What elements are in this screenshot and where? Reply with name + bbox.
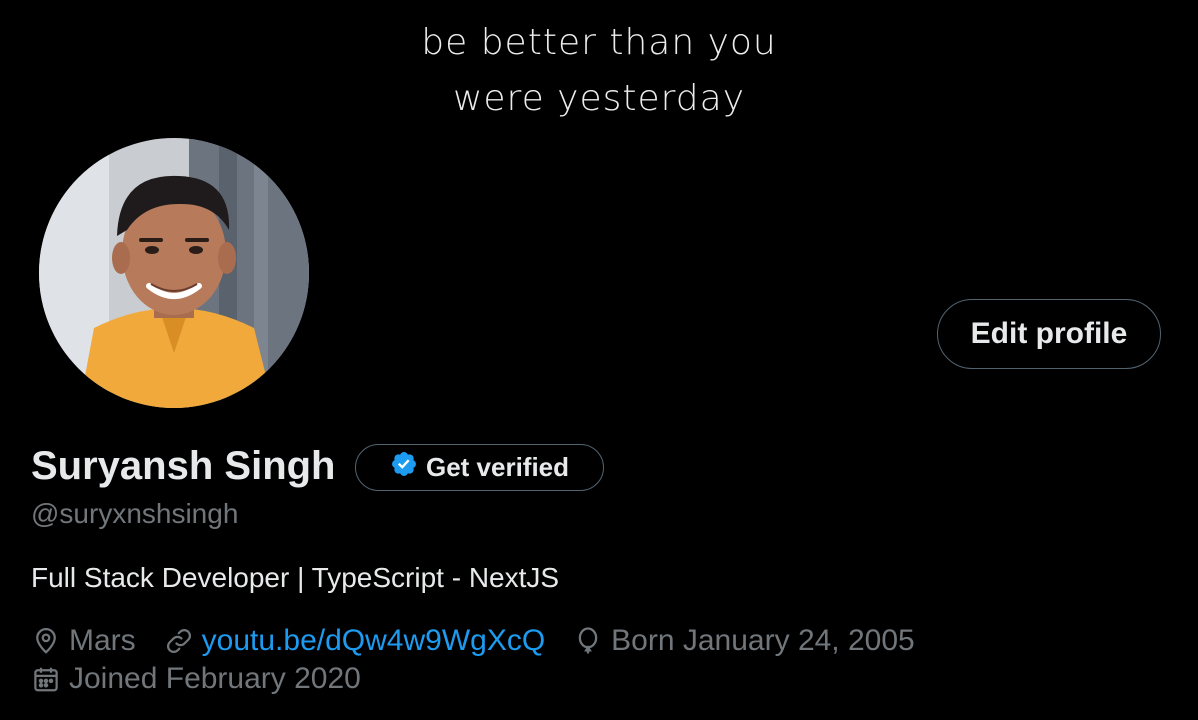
profile-meta-row: Mars youtu.be/dQw4w9WgXcQ Born January 2… xyxy=(31,624,943,658)
banner-text-line1: be better than you xyxy=(421,22,777,63)
avatar-photo xyxy=(39,138,309,408)
get-verified-label: Get verified xyxy=(425,452,570,482)
get-verified-button[interactable]: Get verified xyxy=(355,444,604,491)
location-pin-icon xyxy=(31,626,61,656)
profile-handle: @suryxnshsingh xyxy=(31,498,239,529)
website-link[interactable]: youtu.be/dQw4w9WgXcQ xyxy=(202,624,546,658)
website-item: youtu.be/dQw4w9WgXcQ xyxy=(164,624,546,658)
verified-badge-icon xyxy=(390,450,418,485)
profile-name: Suryansh Singh xyxy=(31,444,336,488)
profile-meta-row-2: Joined February 2020 xyxy=(31,662,389,696)
location-item: Mars xyxy=(31,624,136,658)
birthday-item: Born January 24, 2005 xyxy=(573,624,915,658)
birthday-text: Born January 24, 2005 xyxy=(611,624,915,657)
banner-text-line2: were yesterday xyxy=(452,78,746,119)
link-icon xyxy=(164,626,194,656)
edit-profile-button[interactable]: Edit profile xyxy=(937,299,1161,369)
joined-text: Joined February 2020 xyxy=(69,662,361,695)
location-text: Mars xyxy=(69,624,136,657)
profile-bio: Full Stack Developer | TypeScript - Next… xyxy=(31,562,560,593)
joined-item: Joined February 2020 xyxy=(31,662,361,696)
avatar[interactable] xyxy=(37,136,311,410)
balloon-icon xyxy=(573,626,603,656)
calendar-icon xyxy=(31,664,61,694)
